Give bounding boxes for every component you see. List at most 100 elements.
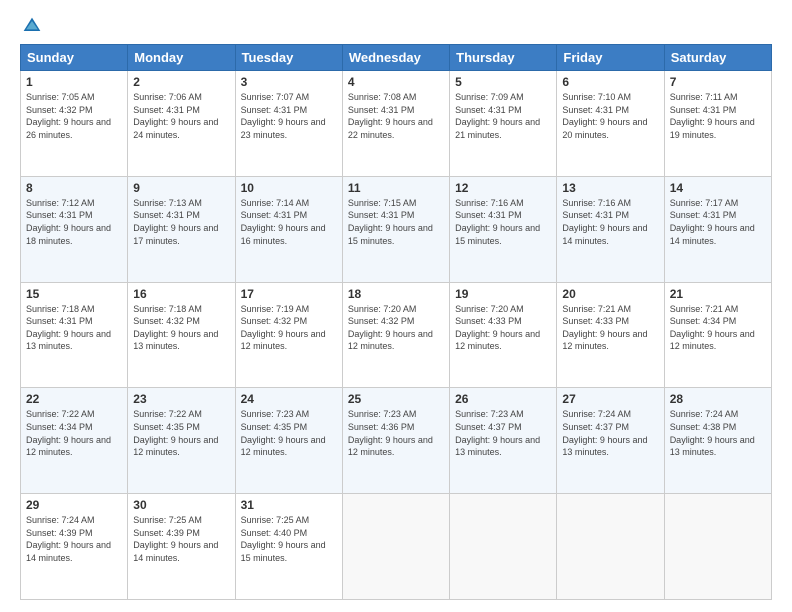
day-info: Sunrise: 7:05 AM Sunset: 4:32 PM Dayligh… <box>26 91 122 141</box>
sunrise-label: Sunrise: 7:21 AM <box>562 304 631 314</box>
header <box>20 16 772 36</box>
calendar-cell: 1 Sunrise: 7:05 AM Sunset: 4:32 PM Dayli… <box>21 71 128 177</box>
sunrise-label: Sunrise: 7:11 AM <box>670 92 738 102</box>
sunrise-label: Sunrise: 7:12 AM <box>26 198 95 208</box>
calendar-cell: 19 Sunrise: 7:20 AM Sunset: 4:33 PM Dayl… <box>450 282 557 388</box>
day-number: 11 <box>348 181 444 195</box>
daylight-label: Daylight: 9 hours and 24 minutes. <box>133 117 218 140</box>
sunset-label: Sunset: 4:32 PM <box>133 316 200 326</box>
sunset-label: Sunset: 4:32 PM <box>348 316 415 326</box>
logo <box>20 16 42 36</box>
day-number: 29 <box>26 498 122 512</box>
day-number: 22 <box>26 392 122 406</box>
day-info: Sunrise: 7:21 AM Sunset: 4:34 PM Dayligh… <box>670 303 766 353</box>
sunset-label: Sunset: 4:31 PM <box>241 105 308 115</box>
day-number: 2 <box>133 75 229 89</box>
daylight-label: Daylight: 9 hours and 12 minutes. <box>348 435 433 458</box>
calendar-cell: 31 Sunrise: 7:25 AM Sunset: 4:40 PM Dayl… <box>235 494 342 600</box>
sunset-label: Sunset: 4:31 PM <box>241 210 308 220</box>
calendar-cell: 21 Sunrise: 7:21 AM Sunset: 4:34 PM Dayl… <box>664 282 771 388</box>
sunset-label: Sunset: 4:31 PM <box>26 316 93 326</box>
calendar-cell: 6 Sunrise: 7:10 AM Sunset: 4:31 PM Dayli… <box>557 71 664 177</box>
daylight-label: Daylight: 9 hours and 15 minutes. <box>455 223 540 246</box>
calendar-table: SundayMondayTuesdayWednesdayThursdayFrid… <box>20 44 772 600</box>
calendar-cell <box>450 494 557 600</box>
sunset-label: Sunset: 4:31 PM <box>133 105 200 115</box>
calendar-cell: 29 Sunrise: 7:24 AM Sunset: 4:39 PM Dayl… <box>21 494 128 600</box>
sunrise-label: Sunrise: 7:17 AM <box>670 198 739 208</box>
calendar-header-tuesday: Tuesday <box>235 45 342 71</box>
logo-icon <box>22 16 42 36</box>
daylight-label: Daylight: 9 hours and 15 minutes. <box>348 223 433 246</box>
day-number: 16 <box>133 287 229 301</box>
sunrise-label: Sunrise: 7:18 AM <box>26 304 95 314</box>
calendar-week-row: 8 Sunrise: 7:12 AM Sunset: 4:31 PM Dayli… <box>21 176 772 282</box>
calendar-header-saturday: Saturday <box>664 45 771 71</box>
sunset-label: Sunset: 4:31 PM <box>670 105 737 115</box>
sunset-label: Sunset: 4:34 PM <box>670 316 737 326</box>
day-info: Sunrise: 7:16 AM Sunset: 4:31 PM Dayligh… <box>562 197 658 247</box>
sunset-label: Sunset: 4:31 PM <box>348 210 415 220</box>
day-info: Sunrise: 7:10 AM Sunset: 4:31 PM Dayligh… <box>562 91 658 141</box>
sunset-label: Sunset: 4:32 PM <box>26 105 93 115</box>
sunrise-label: Sunrise: 7:09 AM <box>455 92 524 102</box>
sunset-label: Sunset: 4:33 PM <box>455 316 522 326</box>
sunrise-label: Sunrise: 7:14 AM <box>241 198 310 208</box>
day-info: Sunrise: 7:25 AM Sunset: 4:40 PM Dayligh… <box>241 514 337 564</box>
sunset-label: Sunset: 4:31 PM <box>455 210 522 220</box>
sunrise-label: Sunrise: 7:05 AM <box>26 92 95 102</box>
sunrise-label: Sunrise: 7:08 AM <box>348 92 417 102</box>
sunrise-label: Sunrise: 7:15 AM <box>348 198 417 208</box>
sunset-label: Sunset: 4:35 PM <box>241 422 308 432</box>
day-info: Sunrise: 7:07 AM Sunset: 4:31 PM Dayligh… <box>241 91 337 141</box>
day-number: 17 <box>241 287 337 301</box>
sunset-label: Sunset: 4:37 PM <box>562 422 629 432</box>
daylight-label: Daylight: 9 hours and 23 minutes. <box>241 117 326 140</box>
calendar-cell: 30 Sunrise: 7:25 AM Sunset: 4:39 PM Dayl… <box>128 494 235 600</box>
sunrise-label: Sunrise: 7:23 AM <box>241 409 310 419</box>
calendar-cell: 15 Sunrise: 7:18 AM Sunset: 4:31 PM Dayl… <box>21 282 128 388</box>
day-number: 13 <box>562 181 658 195</box>
day-info: Sunrise: 7:23 AM Sunset: 4:35 PM Dayligh… <box>241 408 337 458</box>
daylight-label: Daylight: 9 hours and 21 minutes. <box>455 117 540 140</box>
daylight-label: Daylight: 9 hours and 15 minutes. <box>241 540 326 563</box>
day-info: Sunrise: 7:16 AM Sunset: 4:31 PM Dayligh… <box>455 197 551 247</box>
calendar-cell: 23 Sunrise: 7:22 AM Sunset: 4:35 PM Dayl… <box>128 388 235 494</box>
sunset-label: Sunset: 4:32 PM <box>241 316 308 326</box>
sunset-label: Sunset: 4:39 PM <box>26 528 93 538</box>
day-number: 12 <box>455 181 551 195</box>
day-number: 3 <box>241 75 337 89</box>
calendar-cell: 28 Sunrise: 7:24 AM Sunset: 4:38 PM Dayl… <box>664 388 771 494</box>
calendar-cell: 13 Sunrise: 7:16 AM Sunset: 4:31 PM Dayl… <box>557 176 664 282</box>
daylight-label: Daylight: 9 hours and 14 minutes. <box>26 540 111 563</box>
day-number: 27 <box>562 392 658 406</box>
sunrise-label: Sunrise: 7:16 AM <box>455 198 524 208</box>
day-number: 21 <box>670 287 766 301</box>
sunset-label: Sunset: 4:37 PM <box>455 422 522 432</box>
sunset-label: Sunset: 4:38 PM <box>670 422 737 432</box>
day-number: 6 <box>562 75 658 89</box>
day-info: Sunrise: 7:24 AM Sunset: 4:38 PM Dayligh… <box>670 408 766 458</box>
daylight-label: Daylight: 9 hours and 14 minutes. <box>670 223 755 246</box>
sunrise-label: Sunrise: 7:22 AM <box>133 409 202 419</box>
day-info: Sunrise: 7:11 AM Sunset: 4:31 PM Dayligh… <box>670 91 766 141</box>
sunrise-label: Sunrise: 7:21 AM <box>670 304 739 314</box>
calendar-cell: 12 Sunrise: 7:16 AM Sunset: 4:31 PM Dayl… <box>450 176 557 282</box>
daylight-label: Daylight: 9 hours and 14 minutes. <box>133 540 218 563</box>
calendar-cell: 11 Sunrise: 7:15 AM Sunset: 4:31 PM Dayl… <box>342 176 449 282</box>
daylight-label: Daylight: 9 hours and 19 minutes. <box>670 117 755 140</box>
sunrise-label: Sunrise: 7:22 AM <box>26 409 95 419</box>
daylight-label: Daylight: 9 hours and 12 minutes. <box>241 329 326 352</box>
daylight-label: Daylight: 9 hours and 12 minutes. <box>133 435 218 458</box>
sunset-label: Sunset: 4:34 PM <box>26 422 93 432</box>
sunrise-label: Sunrise: 7:19 AM <box>241 304 310 314</box>
sunset-label: Sunset: 4:31 PM <box>133 210 200 220</box>
sunrise-label: Sunrise: 7:24 AM <box>562 409 631 419</box>
calendar-cell: 24 Sunrise: 7:23 AM Sunset: 4:35 PM Dayl… <box>235 388 342 494</box>
daylight-label: Daylight: 9 hours and 12 minutes. <box>26 435 111 458</box>
calendar-cell: 9 Sunrise: 7:13 AM Sunset: 4:31 PM Dayli… <box>128 176 235 282</box>
daylight-label: Daylight: 9 hours and 12 minutes. <box>455 329 540 352</box>
daylight-label: Daylight: 9 hours and 22 minutes. <box>348 117 433 140</box>
sunrise-label: Sunrise: 7:20 AM <box>455 304 524 314</box>
daylight-label: Daylight: 9 hours and 12 minutes. <box>241 435 326 458</box>
